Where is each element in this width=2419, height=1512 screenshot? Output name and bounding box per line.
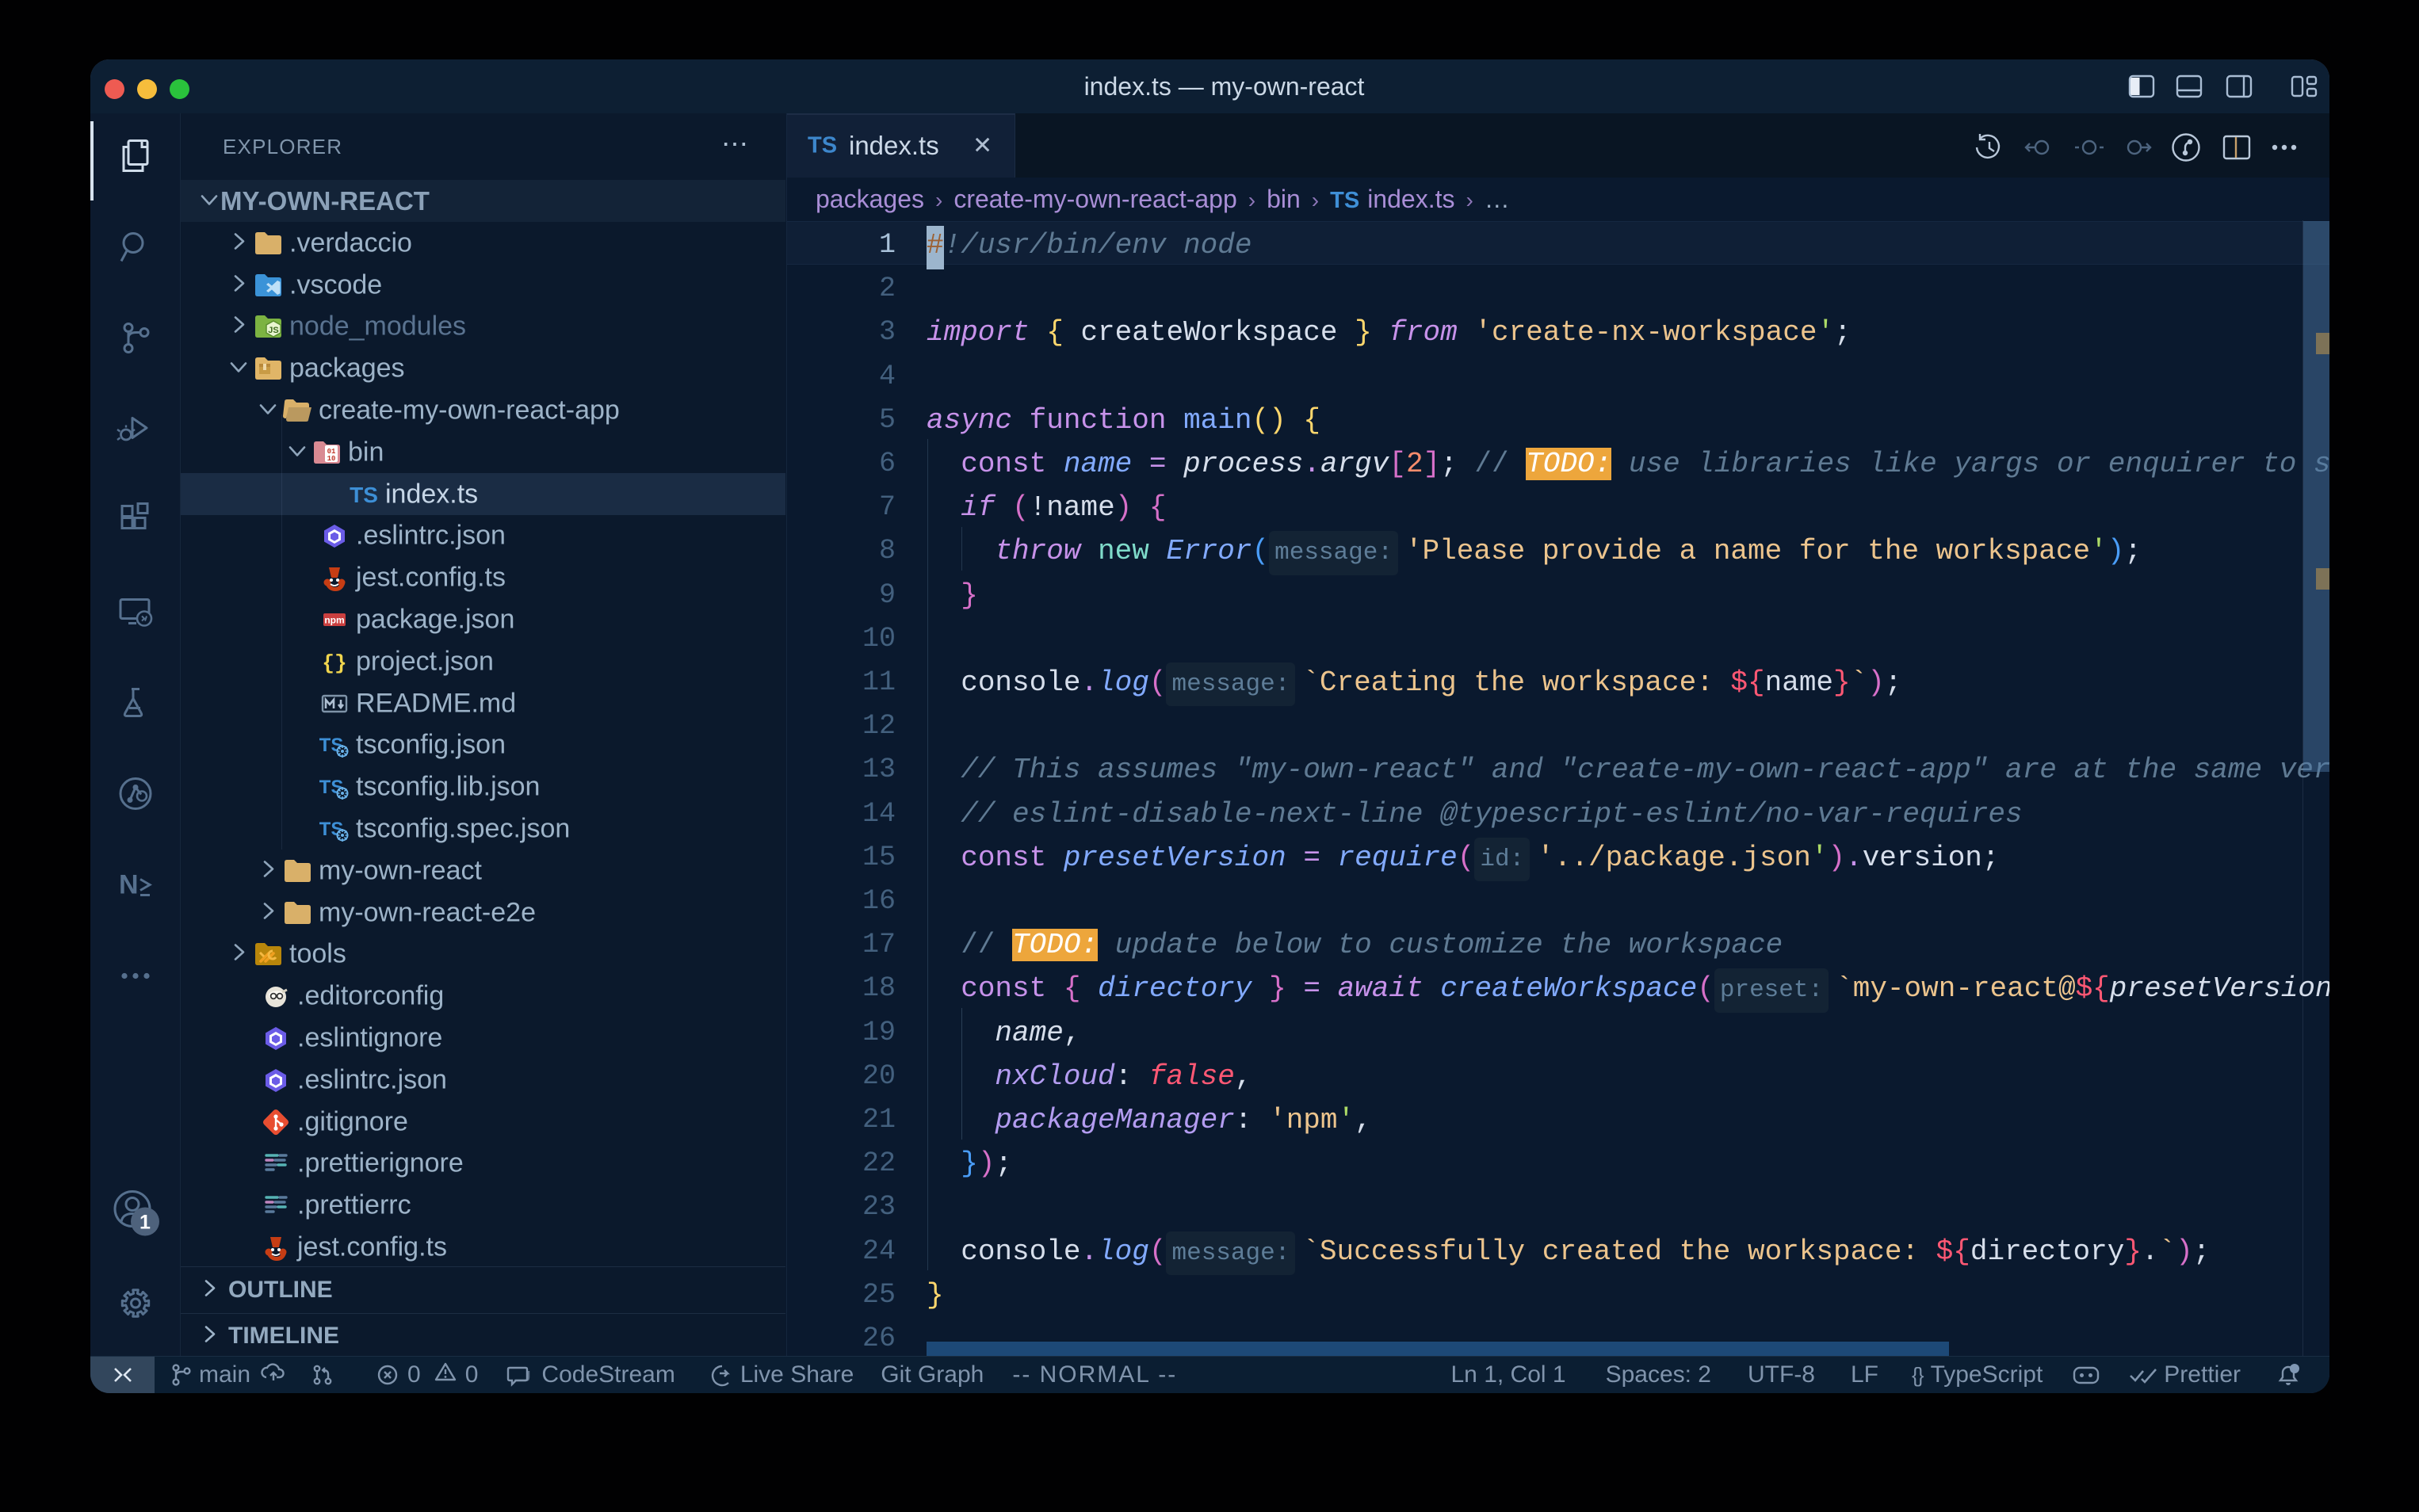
- svg-text:N: N: [119, 870, 139, 900]
- svg-text:TS: TS: [350, 483, 378, 507]
- svg-text:1: 1: [139, 1212, 151, 1234]
- svg-text:{}: {}: [322, 651, 346, 675]
- svg-text:npm: npm: [324, 614, 344, 625]
- svg-text:JS: JS: [268, 326, 278, 335]
- svg-text:10: 10: [327, 455, 336, 463]
